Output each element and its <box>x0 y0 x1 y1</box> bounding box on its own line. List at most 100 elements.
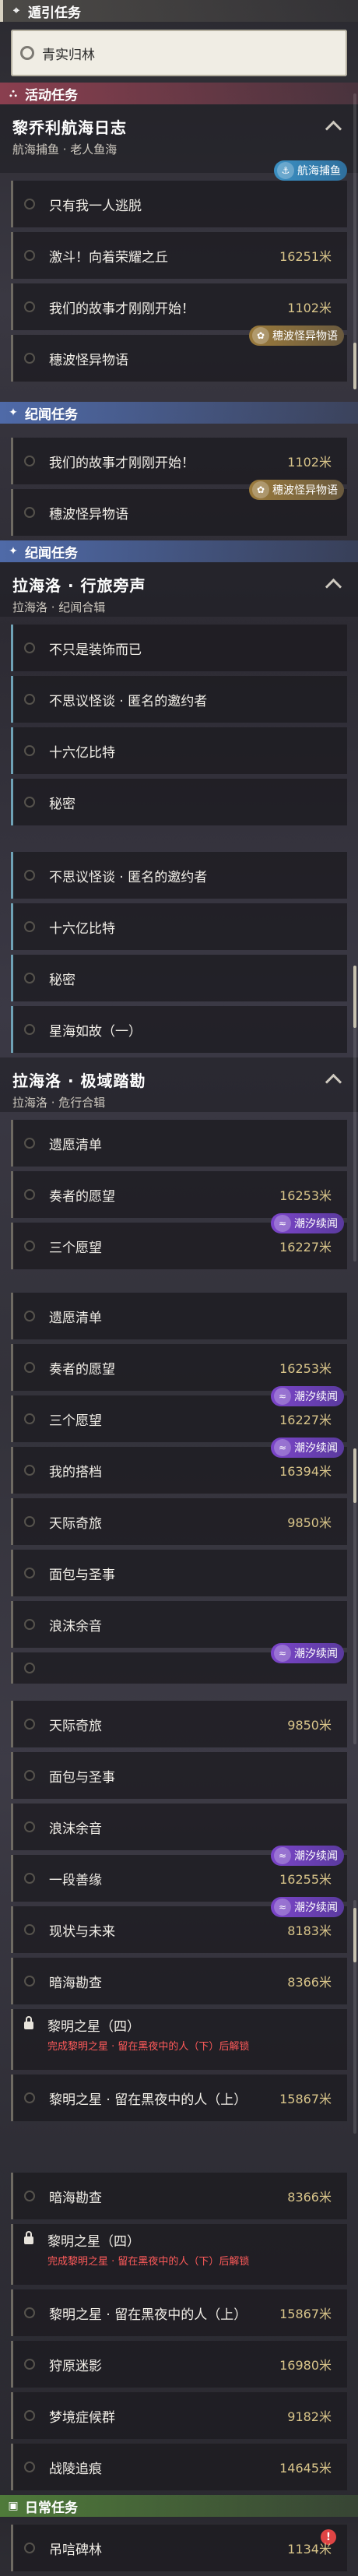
task-item[interactable]: 遗愿清单 <box>11 1120 347 1167</box>
task-label: 浪沫余音 <box>49 1618 102 1635</box>
badge-label: 潮汐续闻 <box>294 1442 338 1455</box>
task-item[interactable]: ≈ 潮汐续闻 一段善缘 16255米 <box>11 1846 347 1902</box>
scrollbar-thumb[interactable] <box>353 1448 356 1503</box>
task-item[interactable]: 黎明之星 · 留在黑夜中的人（上） 15867米 <box>11 2075 347 2121</box>
task-item[interactable]: 天际奇旅 9850米 <box>11 1701 347 1747</box>
guide-task-card[interactable]: 青实归林 <box>11 30 347 76</box>
shell-icon: ✿ <box>252 327 269 344</box>
task-label: 十六亿比特 <box>49 920 115 937</box>
task-label: 秘密 <box>49 796 75 812</box>
task-item[interactable]: ≈ 潮汐续闻 我的搭档 16394米 <box>11 1438 347 1494</box>
distance-label: 1134米 <box>287 2542 332 2557</box>
status-dot <box>24 2410 35 2421</box>
distance-label: 16253米 <box>279 1361 332 1376</box>
task-item[interactable]: 暗海勘查 8366米 <box>11 2173 347 2219</box>
scrollbar-thumb[interactable] <box>353 966 356 1028</box>
task-label: 暗海勘查 <box>49 2190 102 2206</box>
task-item[interactable]: ≈ 潮汐续闻 三个愿望 16227米 <box>11 1386 347 1442</box>
task-label: 黎明之星（四） <box>47 2019 140 2035</box>
status-dot <box>24 2543 35 2553</box>
distance-label: 1102米 <box>287 455 332 470</box>
task-item[interactable]: 秘密 <box>11 955 347 1001</box>
task-item[interactable]: 浪沫余音 <box>11 1804 347 1850</box>
task-item[interactable]: 面包与圣事 <box>11 1752 347 1799</box>
group-header-lahailuo-polar[interactable]: 拉海洛 · 极域踏勘 拉海洛 · 危行合辑 <box>0 1057 358 1112</box>
status-dot <box>24 745 35 756</box>
locked-task-item[interactable]: 黎明之星（四） 完成黎明之星 · 留在黑夜中的人（下）后解锁 <box>11 2224 347 2285</box>
task-item[interactable]: 天际奇旅 9850米 <box>11 1498 347 1545</box>
task-item[interactable]: 面包与圣事 <box>11 1550 347 1596</box>
task-item[interactable]: 奏者的愿望 16253米 <box>11 1171 347 1218</box>
tide-badge: ≈ 潮汐续闻 <box>271 1897 344 1917</box>
status-dot <box>24 250 35 261</box>
task-item[interactable]: ✿ 穗波怪异物语 穗波怪异物语 <box>11 326 347 382</box>
tide-icon: ≈ <box>274 1439 291 1456</box>
status-dot <box>24 797 35 808</box>
task-item[interactable]: 暗海勘查 8366米 <box>11 1958 347 2004</box>
task-item[interactable]: 梦境症候群 9182米 <box>11 2392 347 2439</box>
task-item[interactable]: 我们的故事才刚刚开始！ 1102米 <box>11 283 347 330</box>
section-header-daily: ▣ 日常任务 <box>0 2495 358 2517</box>
task-item[interactable]: 狩原迷影 16980米 <box>11 2341 347 2388</box>
status-dot <box>24 1568 35 1578</box>
group-title: 拉海洛 · 行旅旁声 <box>12 576 146 595</box>
task-label: 面包与圣事 <box>49 1567 115 1583</box>
badge-label: 潮汐续闻 <box>294 1648 338 1660</box>
status-dot <box>24 2092 35 2103</box>
task-item[interactable]: 不只是装饰而已 <box>11 625 347 671</box>
task-label: 我们的故事才刚刚开始！ <box>49 301 195 317</box>
task-label: 现状与未来 <box>49 1923 115 1940</box>
task-item[interactable]: 奏者的愿望 16253米 <box>11 1344 347 1391</box>
status-dot <box>24 642 35 653</box>
task-item[interactable]: 战陵追痕 14645米 <box>11 2444 347 2490</box>
task-item[interactable]: 遗愿清单 <box>11 1293 347 1339</box>
scrollbar-thumb[interactable] <box>353 1908 356 1962</box>
task-item[interactable]: 秘密 <box>11 779 347 825</box>
task-item[interactable]: 不思议怪谈 · 匿名的邀约者 <box>11 852 347 899</box>
badge-label: 潮汐续闻 <box>294 1391 338 1403</box>
scrollbar-thumb[interactable] <box>353 343 356 389</box>
status-dot <box>24 1189 35 1200</box>
task-item[interactable]: 星海如故（一） <box>11 1006 347 1053</box>
task-item[interactable]: 不思议怪谈 · 匿名的邀约者 <box>11 676 347 723</box>
distance-label: 16394米 <box>279 1464 332 1479</box>
task-item[interactable]: 十六亿比特 <box>11 903 347 950</box>
task-label: 浪沫余音 <box>49 1821 102 1837</box>
task-item[interactable]: 激斗！向着荣耀之丘 16251米 <box>11 232 347 279</box>
lock-icon <box>24 2016 33 2029</box>
task-item[interactable]: ≈ 潮汐续闻 <box>11 1643 347 1684</box>
tide-icon: ≈ <box>274 1847 291 1864</box>
wave-badge: ✿ 穗波怪异物语 <box>249 326 344 346</box>
status-dot <box>24 1465 35 1476</box>
section-header-record: ✦ 纪闻任务 <box>0 402 358 424</box>
status-dot <box>24 1362 35 1373</box>
distance-label: 8366米 <box>287 1975 332 1990</box>
badge-label: 穗波怪异物语 <box>272 484 338 497</box>
distance-label: 9850米 <box>287 1718 332 1733</box>
status-dot <box>24 456 35 466</box>
task-item[interactable]: 只有我一人逃脱 <box>11 181 347 227</box>
status-dot <box>24 1719 35 1730</box>
group-header-lahailuo-journey[interactable]: 拉海洛 · 行旅旁声 拉海洛 · 纪闻合辑 <box>0 562 358 617</box>
task-item[interactable]: 十六亿比特 <box>11 727 347 774</box>
task-item[interactable]: ! 吊唁碑林 1134米 <box>11 2525 347 2571</box>
task-item[interactable]: 我们的故事才刚刚开始！ 1102米 <box>11 438 347 484</box>
unlock-note: 完成黎明之星 · 留在黑夜中的人（下）后解锁 <box>47 2041 250 2053</box>
task-label: 梦境症候群 <box>49 2409 115 2426</box>
locked-task-item[interactable]: 黎明之星（四） 完成黎明之星 · 留在黑夜中的人（下）后解锁 <box>11 2009 347 2070</box>
task-item[interactable]: 浪沫余音 <box>11 1601 347 1648</box>
task-item[interactable]: 黎明之星 · 留在黑夜中的人（上） 15867米 <box>11 2289 347 2336</box>
tide-badge: ≈ 潮汐续闻 <box>271 1846 344 1866</box>
badge-label: 穗波怪异物语 <box>272 330 338 343</box>
task-label: 遗愿清单 <box>49 1310 102 1326</box>
group-header-navigation-log[interactable]: 黎乔利航海日志 航海捕鱼 · 老人鱼海 ⚓ 航海捕鱼 <box>0 104 358 181</box>
status-dot <box>24 1516 35 1527</box>
compass-icon: ✦ <box>9 406 18 419</box>
task-item[interactable]: ≈ 潮汐续闻 现状与未来 8183米 <box>11 1897 347 1953</box>
location-pin-icon: ⌖ <box>13 5 19 17</box>
status-dot <box>24 694 35 705</box>
task-item[interactable]: ≈ 潮汐续闻 三个愿望 16227米 <box>11 1213 347 1269</box>
tide-badge: ≈ 潮汐续闻 <box>271 1386 344 1406</box>
task-label: 我的搭档 <box>49 1464 102 1480</box>
task-item[interactable]: ✿ 穗波怪异物语 穗波怪异物语 <box>11 480 347 536</box>
